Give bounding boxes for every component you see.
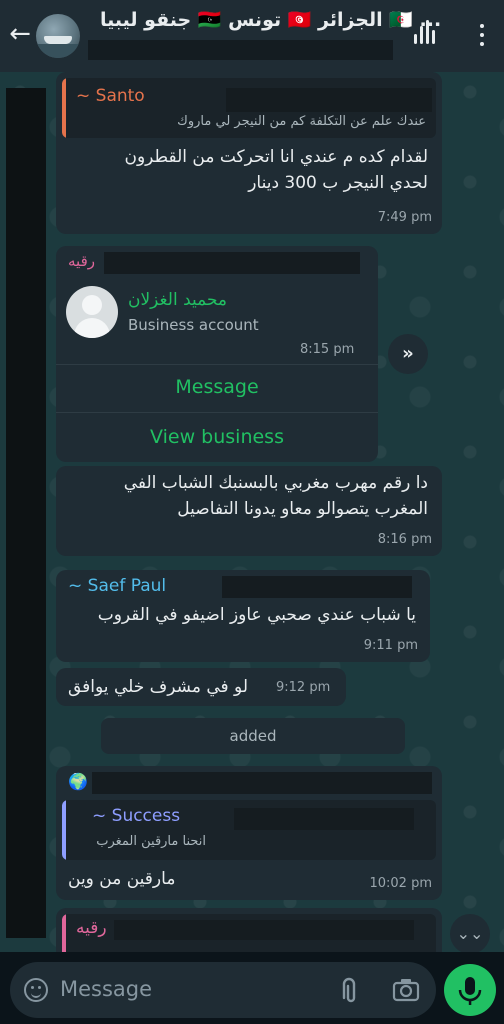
card-divider (56, 364, 378, 365)
contact-card-bubble[interactable]: رقيه محميد الغزلان Business account 8:15… (56, 246, 378, 462)
quote-bar (62, 800, 66, 860)
message-placeholder[interactable]: Message (60, 977, 152, 1001)
more-options-icon[interactable] (472, 20, 492, 50)
attach-icon[interactable] (336, 976, 362, 1006)
avatar-boat (44, 36, 72, 44)
sender-name: ~ Saef Paul (68, 576, 167, 596)
emoji-icon[interactable] (24, 978, 48, 1002)
message-text: لحدي النيجر ب 300 دينار (248, 173, 428, 193)
redacted-block (226, 88, 432, 112)
contact-avatar[interactable] (66, 286, 118, 338)
message-bubble[interactable]: ~ Santo عندك علم عن التكلفة كم من النيجر… (56, 72, 442, 234)
message-text: مارقين من وين (68, 869, 176, 889)
quoted-message[interactable]: رقيه (62, 914, 436, 952)
message-time: 9:12 pm (276, 680, 331, 695)
message-time: 9:11 pm (363, 638, 418, 653)
redacted-block (234, 808, 414, 830)
voice-chat-icon[interactable] (412, 20, 440, 48)
message-bubble[interactable]: رقيه (56, 908, 442, 952)
view-business-button[interactable]: View business (56, 426, 378, 448)
message-time: 7:49 pm (377, 210, 432, 225)
message-contact-button[interactable]: Message (56, 376, 378, 398)
contact-name[interactable]: محميد الغزلان (128, 290, 227, 310)
composer-bar: Message (0, 952, 504, 1024)
forward-icon[interactable]: » (388, 334, 428, 374)
message-bubble[interactable]: 🌍 ~ Success انحنا مارقين المغرب مارقين م… (56, 766, 442, 900)
quote-sender: رقيه (76, 918, 107, 938)
message-bubble[interactable]: لو في مشرف خلي يوافق 9:12 pm (56, 668, 346, 706)
redacted-block (104, 252, 360, 274)
mic-button[interactable] (444, 964, 496, 1016)
camera-icon[interactable] (392, 978, 420, 1002)
redacted-subtitle (88, 40, 393, 60)
group-avatar[interactable] (36, 14, 80, 58)
message-text: لو في مشرف خلي يوافق (68, 677, 248, 697)
message-bubble[interactable]: دا رقم مهرب مغربي بالبسنبك الشباب الفي ا… (56, 466, 442, 556)
message-text: دا رقم مهرب مغربي بالبسنبك الشباب الفي (123, 473, 428, 493)
message-input[interactable]: Message (10, 962, 436, 1018)
quote-sender: ~ Santo (76, 86, 145, 106)
contact-subtitle: Business account (128, 316, 259, 334)
quote-text: انحنا مارقين المغرب (96, 834, 206, 849)
sender-name: رقيه (68, 252, 95, 270)
message-text: المغرب يتصوالو معاو يدونا التفاصيل (177, 499, 428, 519)
chat-header: ← جنقو ليبيا 🇱🇾 تونس 🇹🇳 الجزائر 🇩🇿 ... (0, 0, 504, 72)
card-divider (56, 412, 378, 413)
redacted-block (92, 772, 432, 794)
redacted-block (114, 920, 414, 940)
globe-emoji: 🌍 (68, 772, 88, 791)
quote-text: عندك علم عن التكلفة كم من النيجر لي مارو… (177, 114, 426, 129)
back-arrow-icon[interactable]: ← (6, 20, 34, 48)
chat-area[interactable]: ~ Santo عندك علم عن التكلفة كم من النيجر… (0, 72, 504, 952)
group-title[interactable]: جنقو ليبيا 🇱🇾 تونس 🇹🇳 الجزائر 🇩🇿 ... (100, 8, 441, 31)
quoted-message[interactable]: ~ Success انحنا مارقين المغرب (62, 800, 436, 860)
quote-bar (62, 914, 66, 952)
message-time: 8:16 pm (377, 532, 432, 547)
quote-sender: ~ Success (92, 806, 181, 826)
quoted-message[interactable]: ~ Santo عندك علم عن التكلفة كم من النيجر… (62, 78, 436, 138)
mic-icon (458, 977, 482, 1005)
scroll-down-icon[interactable]: ⌄⌄ (450, 914, 490, 952)
avatar-sea (36, 44, 80, 58)
message-time: 10:02 pm (369, 876, 432, 891)
redacted-strip (6, 88, 46, 938)
message-time: 8:15 pm (300, 342, 355, 357)
message-text: يا شباب عندي صحبي عاوز اضيفو في القروب (97, 605, 416, 625)
quote-bar (62, 78, 66, 138)
message-bubble[interactable]: ~ Saef Paul يا شباب عندي صحبي عاوز اضيفو… (56, 570, 430, 662)
redacted-block (222, 576, 412, 598)
system-message: added (101, 718, 405, 754)
message-text: لقدام كده م عندي انا اتحركت من القطرون (124, 147, 428, 167)
